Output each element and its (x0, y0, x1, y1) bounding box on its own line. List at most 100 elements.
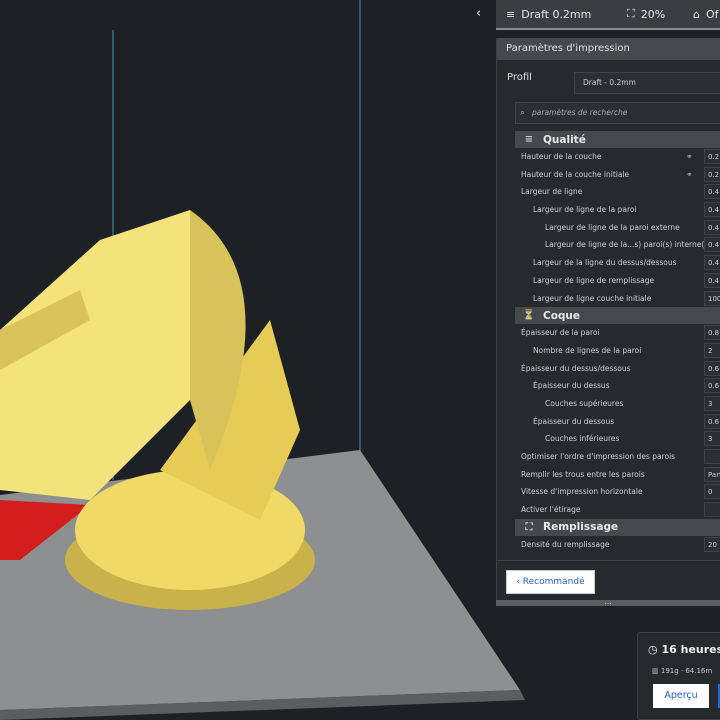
setting-label: Activer l'étirage (521, 505, 581, 515)
setting-label: Largeur de ligne couche initiale (533, 293, 652, 303)
link-icon[interactable]: ⚭ (686, 148, 693, 166)
setting-row: Largeur de ligne de remplissage 0.4 (497, 272, 720, 290)
setting-value-field[interactable] (704, 449, 720, 464)
category-2[interactable]: ⛶ Remplissage (515, 518, 720, 536)
setting-row: Largeur de ligne de la paroi 0.4 (497, 201, 720, 219)
link-icon[interactable]: ⚭ (686, 166, 693, 184)
print-settings-panel: Paramètres d'impression Profil Draft - 0… (496, 38, 720, 605)
recommended-label: Recommandé (522, 577, 585, 587)
material-icon: ▥ (652, 667, 659, 675)
setting-row: Vitesse d'impression horizontale 0 (497, 483, 720, 501)
setting-row: Hauteur de la couche ⚭ 0.2 (497, 148, 720, 166)
setting-row: Largeur de ligne couche initiale 100 (497, 290, 720, 308)
setting-row: Hauteur de la couche initiale ⚭ 0.2 (497, 166, 720, 184)
recommended-button[interactable]: ‹ Recommandé (506, 570, 595, 594)
setting-row: Largeur de ligne de la paroi externe 0.4 (497, 219, 720, 237)
setting-value-field[interactable]: 0.4 (704, 219, 720, 235)
setting-value-field[interactable]: 0.4 (704, 237, 720, 253)
setting-label: Épaisseur du dessous (533, 416, 615, 426)
category-icon: ⛶ (525, 521, 533, 533)
setting-row: Épaisseur du dessous 0.6 (497, 413, 720, 431)
category-1[interactable]: ⏳ Coque (515, 307, 720, 325)
panel-title: Paramètres d'impression (497, 38, 720, 60)
support-summary: Of (705, 7, 719, 21)
setting-value-field[interactable]: 3 (704, 431, 720, 447)
setting-value-field[interactable]: Part (704, 466, 720, 482)
category-label: Remplissage (543, 521, 619, 534)
setting-label: Largeur de la ligne du dessus/dessous (533, 258, 677, 268)
setting-label: Remplir les trous entre les parois (521, 469, 645, 479)
profile-label: Profil (507, 72, 532, 83)
print-setup-bar[interactable]: ≡ Draft 0.2mm ⛶ 20% ⌂ Of (496, 0, 720, 30)
infill-icon: ⛶ (627, 7, 635, 20)
category-icon: ≡ (524, 134, 534, 145)
setting-label: Largeur de ligne de remplissage (533, 275, 655, 285)
setting-label: Vitesse d'impression horizontale (521, 487, 643, 497)
setting-row: Remplir les trous entre les parois Part (497, 466, 720, 484)
setting-row: Largeur de la ligne du dessus/dessous 0.4 (497, 254, 720, 272)
setting-label: Hauteur de la couche (521, 152, 602, 161)
setting-label: Largeur de ligne (521, 187, 583, 197)
setting-value-field[interactable]: 0 (704, 484, 720, 500)
profile-summary: Draft 0.2mm (521, 7, 592, 21)
setting-value-field[interactable] (704, 502, 720, 518)
setting-value-field[interactable]: 0.6 (704, 413, 720, 429)
setting-row: Épaisseur de la paroi 0.8 (497, 324, 720, 342)
category-0[interactable]: ≡ Qualité (515, 131, 720, 148)
quality-icon: ≡ (506, 7, 516, 21)
setting-label: Densité du remplissage (521, 539, 610, 549)
setting-label: Optimiser l'ordre d'impression des paroi… (521, 452, 676, 461)
search-placeholder: paramètres de recherche (532, 108, 628, 117)
setting-value-field[interactable]: 100 (704, 290, 720, 306)
setting-row: Nombre de lignes de la paroi 2 (497, 342, 720, 360)
setting-label: Hauteur de la couche initiale (521, 169, 630, 179)
setting-row: Épaisseur du dessus/dessous 0.6 (497, 360, 720, 378)
clock-icon: ◷ (648, 643, 658, 656)
profile-select[interactable]: Draft - 0.2mm (574, 72, 720, 94)
setting-row: Couches supérieures 3 (497, 395, 720, 413)
setting-label: Largeur de ligne de la...s) paroi(s) int… (545, 240, 712, 250)
collapse-panel-icon[interactable]: ‹ (476, 6, 481, 21)
setting-value-field[interactable]: 0.2 (704, 166, 720, 182)
settings-list[interactable]: ≡ Qualité Hauteur de la couche ⚭ 0.2 Hauteur … (497, 131, 720, 553)
support-icon: ⌂ (693, 7, 700, 21)
setting-label: Épaisseur du dessus (533, 381, 610, 391)
setting-label: Largeur de ligne de la paroi externe (545, 222, 680, 232)
category-label: Coque (543, 309, 581, 322)
setting-value-field[interactable]: 0.6 (704, 360, 720, 376)
preview-button[interactable]: Aperçu (653, 684, 709, 708)
setting-value-field[interactable]: 0.4 (704, 272, 720, 288)
category-label: Qualité (543, 133, 586, 146)
setting-value-field[interactable]: 0.4 (704, 184, 720, 200)
setting-row: Optimiser l'ordre d'impression des paroi… (497, 448, 720, 466)
setting-label: Largeur de ligne de la paroi (533, 205, 637, 215)
setting-value-field[interactable]: 0.2 (704, 149, 720, 164)
settings-search-input[interactable]: ⌕ paramètres de recherche (515, 102, 720, 124)
setting-value-field[interactable]: 0.4 (704, 202, 720, 218)
setting-row: Épaisseur du dessus 0.6 (497, 377, 720, 395)
search-icon: ⌕ (520, 108, 526, 118)
setting-value-field[interactable]: 2 (704, 342, 720, 358)
material-usage: 191g · 64.16m (660, 667, 713, 675)
setting-label: Épaisseur de la paroi (521, 328, 600, 338)
setting-value-field[interactable]: 0.4 (704, 255, 720, 271)
setting-value-field[interactable]: 3 (704, 395, 720, 411)
setting-value-field[interactable]: 20 (704, 536, 720, 552)
setting-row: Couches inférieures 3 (497, 430, 720, 448)
print-time: 16 heures (661, 643, 720, 656)
setting-label: Nombre de lignes de la paroi (533, 345, 642, 355)
setting-label: Couches inférieures (545, 434, 620, 444)
divider (497, 560, 720, 561)
panel-resize-handle[interactable]: ... (496, 598, 720, 606)
infill-summary: 20% (640, 7, 666, 21)
print-estimate-card: ◷ 16 heures ▥ 191g · 64.16m Aperçu (637, 632, 720, 720)
setting-row: Densité du remplissage 20 (497, 536, 720, 554)
setting-row: Largeur de ligne 0.4 (497, 183, 720, 201)
setting-row: Largeur de ligne de la...s) paroi(s) int… (497, 236, 720, 254)
setting-value-field[interactable]: 0.8 (704, 325, 720, 341)
setting-value-field[interactable]: 0.6 (704, 378, 720, 394)
category-icon: ⏳ (522, 310, 536, 322)
setting-label: Couches supérieures (545, 398, 624, 408)
setting-label: Épaisseur du dessus/dessous (521, 363, 631, 373)
setting-row: Activer l'étirage (497, 501, 720, 519)
